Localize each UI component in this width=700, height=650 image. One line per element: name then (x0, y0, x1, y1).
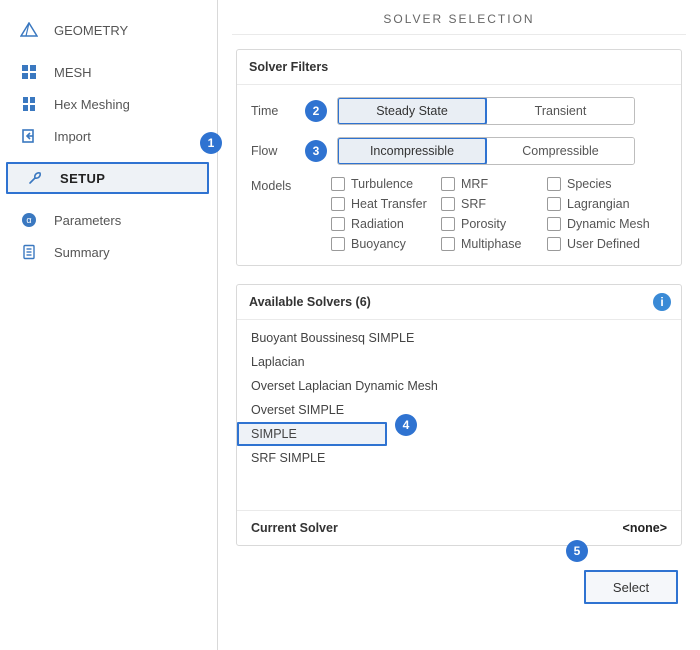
sidebar-item-setup[interactable]: SETUP (6, 162, 209, 194)
solver-filters-panel: Solver Filters Time 2 Steady State Trans… (236, 49, 682, 266)
solver-item[interactable]: Overset SIMPLE (237, 398, 681, 422)
flow-toggle-group: Incompressible Compressible (337, 137, 635, 165)
solver-item[interactable]: Buoyant Boussinesq SIMPLE (237, 326, 681, 350)
toggle-steady-state[interactable]: Steady State (338, 98, 486, 124)
info-icon[interactable]: i (653, 293, 671, 311)
toggle-compressible[interactable]: Compressible (486, 138, 634, 164)
sidebar-item-hex-meshing[interactable]: Hex Meshing (0, 88, 217, 120)
solver-item[interactable]: Overset Laplacian Dynamic Mesh (237, 374, 681, 398)
sidebar-item-label: Summary (54, 245, 110, 260)
grid-icon (20, 63, 38, 81)
current-solver-row: Current Solver <none> (237, 510, 681, 545)
toggle-transient[interactable]: Transient (486, 98, 634, 124)
model-mrf[interactable]: MRF (441, 177, 545, 191)
solver-item[interactable]: Laplacian (237, 350, 681, 374)
sidebar-item-label: Import (54, 129, 91, 144)
model-user-defined[interactable]: User Defined (547, 237, 667, 251)
available-solvers-header: Available Solvers (6) (237, 285, 681, 320)
doc-icon (20, 243, 38, 261)
model-porosity[interactable]: Porosity (441, 217, 545, 231)
filter-row-time: Time 2 Steady State Transient (251, 97, 667, 125)
sidebar-item-import[interactable]: Import (0, 120, 217, 152)
model-srf[interactable]: SRF (441, 197, 545, 211)
callout-2: 2 (305, 100, 327, 122)
current-solver-label: Current Solver (251, 521, 338, 535)
filter-row-flow: Flow 3 Incompressible Compressible (251, 137, 667, 165)
model-multiphase[interactable]: Multiphase (441, 237, 545, 251)
sidebar-item-parameters[interactable]: α Parameters (0, 204, 217, 236)
sidebar: GEOMETRY MESH Hex Meshing Import (0, 0, 218, 650)
svg-text:α: α (26, 215, 31, 225)
filter-label-models: Models (251, 177, 303, 193)
solver-item[interactable]: SRF SIMPLE (237, 446, 681, 470)
model-heat-transfer[interactable]: Heat Transfer (331, 197, 439, 211)
model-species[interactable]: Species (547, 177, 667, 191)
toggle-incompressible[interactable]: Incompressible (338, 138, 486, 164)
sidebar-item-geometry[interactable]: GEOMETRY (0, 14, 217, 46)
current-solver-value: <none> (623, 521, 667, 535)
sidebar-item-label: GEOMETRY (54, 23, 128, 38)
time-toggle-group: Steady State Transient (337, 97, 635, 125)
sidebar-item-mesh[interactable]: MESH (0, 56, 217, 88)
sidebar-item-summary[interactable]: Summary (0, 236, 217, 268)
callout-5: 5 (566, 540, 588, 562)
model-turbulence[interactable]: Turbulence (331, 177, 439, 191)
import-icon (20, 127, 38, 145)
main-panel: SOLVER SELECTION Solver Filters Time 2 S… (218, 0, 700, 650)
params-icon: α (20, 211, 38, 229)
filter-label-flow: Flow (251, 144, 305, 158)
model-lagrangian[interactable]: Lagrangian (547, 197, 667, 211)
models-row: Models Turbulence MRF Species Heat Trans… (251, 177, 667, 251)
hex-icon (20, 95, 38, 113)
pyramid-icon (20, 21, 38, 39)
sidebar-item-label: MESH (54, 65, 92, 80)
solver-item-selected[interactable]: SIMPLE (237, 422, 387, 446)
model-radiation[interactable]: Radiation (331, 217, 439, 231)
solver-filters-header: Solver Filters (237, 50, 681, 85)
select-button[interactable]: Select (584, 570, 678, 604)
wrench-icon (26, 169, 44, 187)
solver-list: Buoyant Boussinesq SIMPLE Laplacian Over… (237, 320, 681, 510)
model-dynamic-mesh[interactable]: Dynamic Mesh (547, 217, 667, 231)
select-row: 5 Select (218, 546, 700, 604)
sidebar-item-label: SETUP (60, 171, 105, 186)
available-solvers-panel: Available Solvers (6) i Buoyant Boussine… (236, 284, 682, 546)
models-grid: Turbulence MRF Species Heat Transfer SRF… (331, 177, 667, 251)
callout-4: 4 (395, 414, 417, 436)
page-title: SOLVER SELECTION (232, 0, 686, 35)
filter-label-time: Time (251, 104, 305, 118)
sidebar-item-label: Parameters (54, 213, 121, 228)
callout-3: 3 (305, 140, 327, 162)
callout-1: 1 (200, 132, 222, 154)
sidebar-item-label: Hex Meshing (54, 97, 130, 112)
model-buoyancy[interactable]: Buoyancy (331, 237, 439, 251)
